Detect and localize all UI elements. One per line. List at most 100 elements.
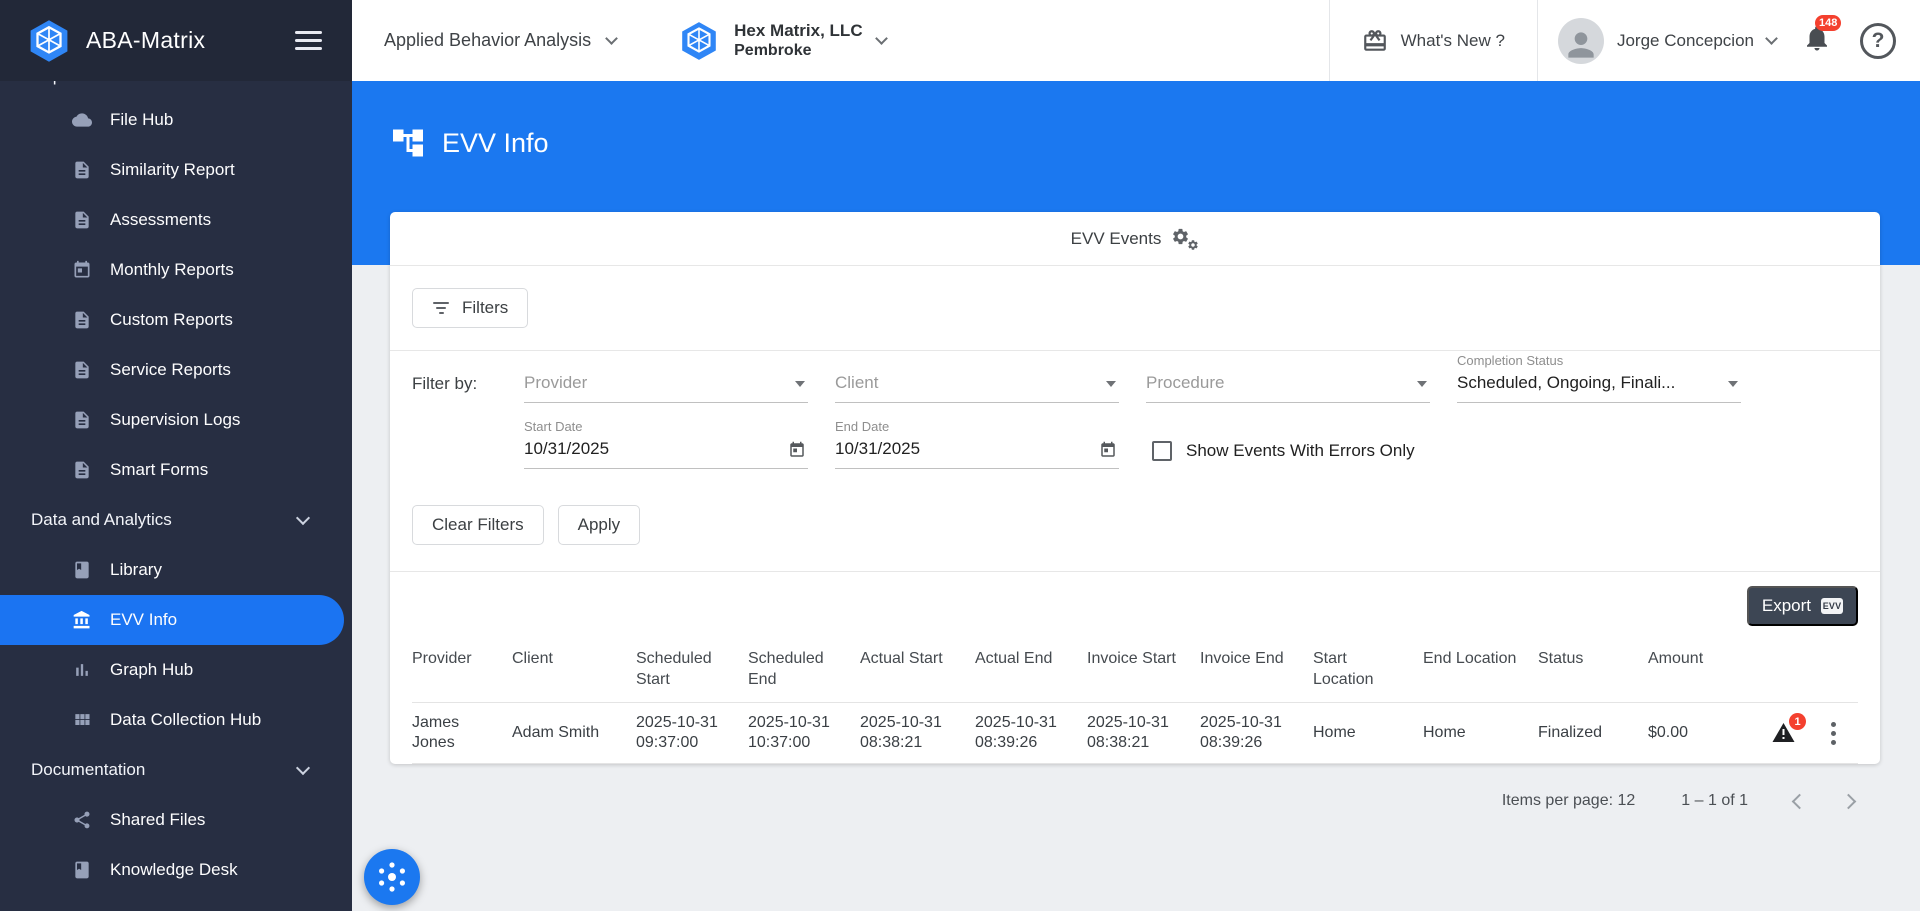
sidebar-item-label: Data Collection Hub — [110, 710, 261, 730]
sidebar-item-service-reports[interactable]: Service Reports — [0, 345, 352, 395]
sidebar-item-monthly-reports[interactable]: Monthly Reports — [0, 245, 352, 295]
filters-button[interactable]: Filters — [412, 288, 528, 328]
provider-select[interactable]: Provider — [524, 373, 808, 403]
start-date-field[interactable]: Start Date 10/31/2025 — [524, 439, 808, 469]
sidebar-item-label: File Hub — [110, 110, 173, 130]
start-date-label: Start Date — [524, 419, 583, 434]
pagination: Items per page: 12 1 – 1 of 1 — [352, 764, 1920, 810]
sidebar-item-shared-files[interactable]: Shared Files — [0, 795, 352, 845]
next-page-icon[interactable] — [1841, 793, 1857, 809]
section-label: Documentation — [31, 760, 145, 780]
app-root: ABA-Matrix Report Hub File Hub Similarit… — [0, 0, 1920, 911]
cell-amount: $0.00 — [1648, 703, 1760, 764]
organization-location: Pembroke — [734, 41, 862, 61]
app-title: ABA-Matrix — [86, 27, 295, 54]
sidebar-item-label: Graph Hub — [110, 660, 193, 680]
apply-button[interactable]: Apply — [558, 505, 641, 545]
sidebar-item-custom-reports[interactable]: Custom Reports — [0, 295, 352, 345]
fab-dots-icon — [375, 860, 409, 894]
sidebar-item-supervision-logs[interactable]: Supervision Logs — [0, 395, 352, 445]
sidebar-item-smart-forms[interactable]: Smart Forms — [0, 445, 352, 495]
end-date-label: End Date — [835, 419, 889, 434]
settings-gear-icon — [1171, 227, 1199, 251]
cell-client: Adam Smith — [512, 703, 636, 764]
library-icon — [72, 560, 92, 580]
sidebar-item-evv-info[interactable]: EVV Info — [0, 595, 344, 645]
notifications-button[interactable]: 148 — [1802, 23, 1832, 58]
help-button[interactable]: ? — [1860, 23, 1896, 59]
cell-start-location: Home — [1313, 703, 1423, 764]
sidebar-item-label: Smart Forms — [110, 460, 208, 480]
previous-page-icon[interactable] — [1792, 793, 1808, 809]
procedure-placeholder: Procedure — [1146, 373, 1408, 393]
table-row[interactable]: James Jones Adam Smith 2025-10-31 09:37:… — [412, 703, 1858, 764]
error-warning-button[interactable]: 1 — [1770, 721, 1797, 745]
sidebar-item-assessments[interactable]: Assessments — [0, 195, 352, 245]
checkbox-icon[interactable] — [1152, 441, 1172, 461]
sidebar-item-label: Shared Files — [110, 810, 205, 830]
file-hub-icon — [72, 110, 92, 130]
whats-new-button[interactable]: What's New ? — [1330, 28, 1537, 54]
cell-invoice-end: 2025-10-31 08:39:26 — [1200, 703, 1313, 764]
sidebar-section-data-and-analytics[interactable]: Data and Analytics — [0, 495, 352, 545]
content: EVV Info EVV Events Filters — [352, 81, 1920, 911]
clear-filters-button[interactable]: Clear Filters — [412, 505, 544, 545]
sidebar-item-file-hub[interactable]: File Hub — [0, 95, 352, 145]
hamburger-menu-icon[interactable] — [295, 31, 322, 50]
chevron-down-icon — [795, 381, 805, 387]
organization-name: Hex Matrix, LLC — [734, 20, 862, 41]
items-per-page-label[interactable]: Items per page: 12 — [1502, 792, 1635, 810]
service-reports-icon — [72, 360, 92, 380]
calendar-icon[interactable] — [1099, 441, 1117, 459]
sidebar-item-label: Library — [110, 560, 162, 580]
sidebar-item-graph-hub[interactable]: Graph Hub — [0, 645, 352, 695]
main-area: Applied Behavior Analysis Hex Matrix, LL… — [352, 0, 1920, 911]
table-section: Export EVV Provider — [390, 572, 1880, 764]
provider-placeholder: Provider — [524, 373, 786, 393]
chevron-down-icon — [296, 510, 310, 524]
export-row: Export EVV — [412, 586, 1858, 636]
column-header-scheduled-start: Scheduled Start — [636, 636, 748, 703]
completion-status-select[interactable]: Completion Status Scheduled, Ongoing, Fi… — [1457, 373, 1741, 403]
column-header-scheduled-end: Scheduled End — [748, 636, 860, 703]
user-menu[interactable]: Jorge Concepcion — [1538, 18, 1782, 64]
sidebar-section-report-hub-clipped: Report Hub — [0, 81, 352, 95]
chevron-down-icon — [605, 32, 618, 45]
procedure-select[interactable]: Procedure — [1146, 373, 1430, 403]
smart-forms-icon — [72, 460, 92, 480]
sidebar-item-knowledge-desk[interactable]: Knowledge Desk — [0, 845, 352, 895]
end-date-field[interactable]: End Date 10/31/2025 — [835, 439, 1119, 469]
chevron-down-icon — [875, 32, 888, 45]
calendar-icon[interactable] — [788, 441, 806, 459]
evv-info-icon — [72, 610, 92, 630]
sidebar-header: ABA-Matrix — [0, 0, 352, 81]
sidebar-item-similarity-report[interactable]: Similarity Report — [0, 145, 352, 195]
filters-body: Filter by: Provider Client Procedure — [390, 351, 1880, 572]
completion-status-label: Completion Status — [1457, 353, 1563, 368]
completion-status-value: Scheduled, Ongoing, Finali... — [1457, 373, 1719, 393]
program-selector[interactable]: Applied Behavior Analysis — [384, 30, 616, 51]
client-placeholder: Client — [835, 373, 1097, 393]
gift-icon — [1362, 28, 1388, 54]
table-header-row: Provider Client Scheduled Start Schedule… — [412, 636, 1858, 703]
assessments-icon — [72, 210, 92, 230]
export-evv-button[interactable]: Export EVV — [1747, 586, 1858, 626]
column-header-actions — [1760, 636, 1858, 703]
evv-hub-icon — [390, 125, 426, 161]
column-header-actual-end: Actual End — [975, 636, 1087, 703]
errors-only-checkbox-group[interactable]: Show Events With Errors Only — [1152, 441, 1415, 469]
column-header-invoice-end: Invoice End — [1200, 636, 1313, 703]
client-select[interactable]: Client — [835, 373, 1119, 403]
assistant-fab-button[interactable] — [364, 849, 420, 905]
chevron-down-icon — [1106, 381, 1116, 387]
pagination-range-label: 1 – 1 of 1 — [1681, 792, 1748, 810]
notification-badge: 148 — [1815, 15, 1841, 31]
organization-selector[interactable]: Hex Matrix, LLC Pembroke — [678, 20, 885, 62]
sidebar-section-documentation[interactable]: Documentation — [0, 745, 352, 795]
row-menu-icon[interactable] — [1825, 718, 1842, 749]
sidebar-nav: Report Hub File Hub Similarity Report As… — [0, 81, 352, 911]
column-header-end-location: End Location — [1423, 636, 1538, 703]
sidebar-item-data-collection-hub[interactable]: Data Collection Hub — [0, 695, 352, 745]
similarity-report-icon — [72, 160, 92, 180]
sidebar-item-library[interactable]: Library — [0, 545, 352, 595]
